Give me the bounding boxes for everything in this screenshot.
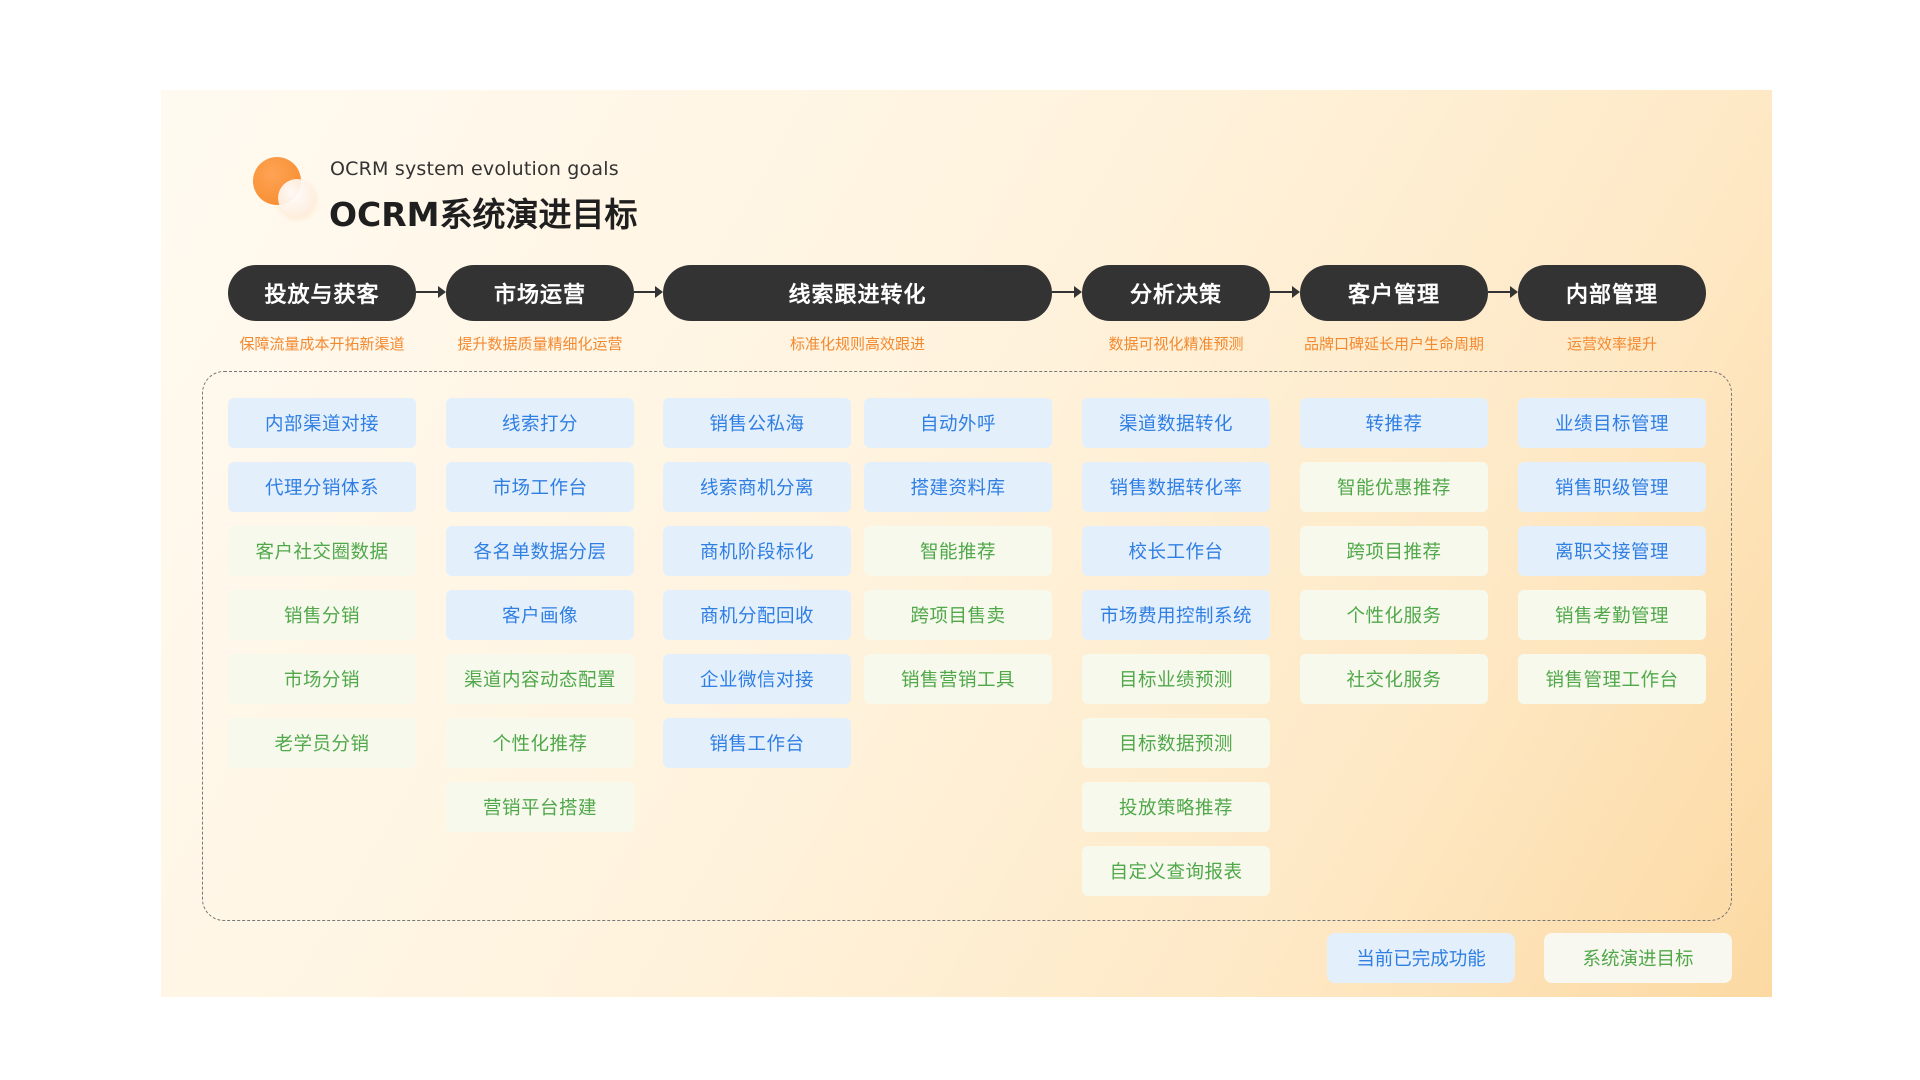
feature-chip: 目标数据预测 [1082,718,1270,768]
phase-customer-mgmt: 客户管理 [1300,265,1488,321]
arrow-connector [1052,286,1082,298]
feature-chip: 自动外呼 [864,398,1052,448]
phase-internal-mgmt: 内部管理 [1518,265,1706,321]
feature-chip: 投放策略推荐 [1082,782,1270,832]
page-title: OCRM系统演进目标 [329,195,638,234]
feature-chip: 市场费用控制系统 [1082,590,1270,640]
feature-chip: 老学员分销 [228,718,416,768]
feature-chip: 跨项目售卖 [864,590,1052,640]
feature-chip: 商机阶段标化 [663,526,851,576]
feature-chip: 校长工作台 [1082,526,1270,576]
phase-lead-conversion: 线索跟进转化 [663,265,1052,321]
feature-chip: 目标业绩预测 [1082,654,1270,704]
phase-goal: 品牌口碑延长用户生命周期 [1303,335,1484,353]
feature-chip: 跨项目推荐 [1300,526,1488,576]
feature-chip: 内部渠道对接 [228,398,416,448]
feature-chip: 各名单数据分层 [446,526,634,576]
logo-icon [253,157,323,227]
feature-chip: 离职交接管理 [1518,526,1706,576]
feature-chip: 智能优惠推荐 [1300,462,1488,512]
phase-marketing-ops: 市场运营 [446,265,634,321]
phase-goal: 运营效率提升 [1566,335,1657,353]
feature-chip: 销售营销工具 [864,654,1052,704]
feature-chip: 渠道内容动态配置 [446,654,634,704]
feature-chip: 线索打分 [446,398,634,448]
feature-chip: 销售考勤管理 [1518,590,1706,640]
arrow-connector [1270,286,1300,298]
phase-goal: 数据可视化精准预测 [1108,335,1244,353]
feature-chip: 销售公私海 [663,398,851,448]
phase-goal: 提升数据质量精细化运营 [457,335,623,353]
feature-chip: 销售工作台 [663,718,851,768]
feature-chip: 销售分销 [228,590,416,640]
feature-chip: 个性化推荐 [446,718,634,768]
arrow-connector [1488,286,1518,298]
feature-chip: 渠道数据转化 [1082,398,1270,448]
feature-chip: 销售数据转化率 [1082,462,1270,512]
feature-chip: 转推荐 [1300,398,1488,448]
feature-chip: 客户社交圈数据 [228,526,416,576]
feature-area-border [202,371,1732,921]
feature-chip: 线索商机分离 [663,462,851,512]
legend-done: 当前已完成功能 [1327,933,1515,983]
legend-target: 系统演进目标 [1544,933,1732,983]
feature-chip: 商机分配回收 [663,590,851,640]
feature-chip: 代理分销体系 [228,462,416,512]
arrow-connector [416,286,446,298]
phase-analysis: 分析决策 [1082,265,1270,321]
feature-chip: 市场分销 [228,654,416,704]
feature-chip: 搭建资料库 [864,462,1052,512]
feature-chip: 市场工作台 [446,462,634,512]
feature-chip: 智能推荐 [864,526,1052,576]
phase-goal: 标准化规则高效跟进 [789,335,925,353]
feature-chip: 销售职级管理 [1518,462,1706,512]
feature-chip: 社交化服务 [1300,654,1488,704]
feature-chip: 营销平台搭建 [446,782,634,832]
feature-chip: 自定义查询报表 [1082,846,1270,896]
phase-acquisition: 投放与获客 [228,265,416,321]
feature-chip: 客户画像 [446,590,634,640]
feature-chip: 个性化服务 [1300,590,1488,640]
feature-chip: 企业微信对接 [663,654,851,704]
header-subtitle: OCRM system evolution goals [330,158,619,180]
diagram-canvas: OCRM system evolution goals OCRM系统演进目标 投… [161,90,1772,997]
feature-chip: 业绩目标管理 [1518,398,1706,448]
feature-chip: 销售管理工作台 [1518,654,1706,704]
phase-goal: 保障流量成本开拓新渠道 [239,335,405,353]
arrow-connector [634,286,663,298]
